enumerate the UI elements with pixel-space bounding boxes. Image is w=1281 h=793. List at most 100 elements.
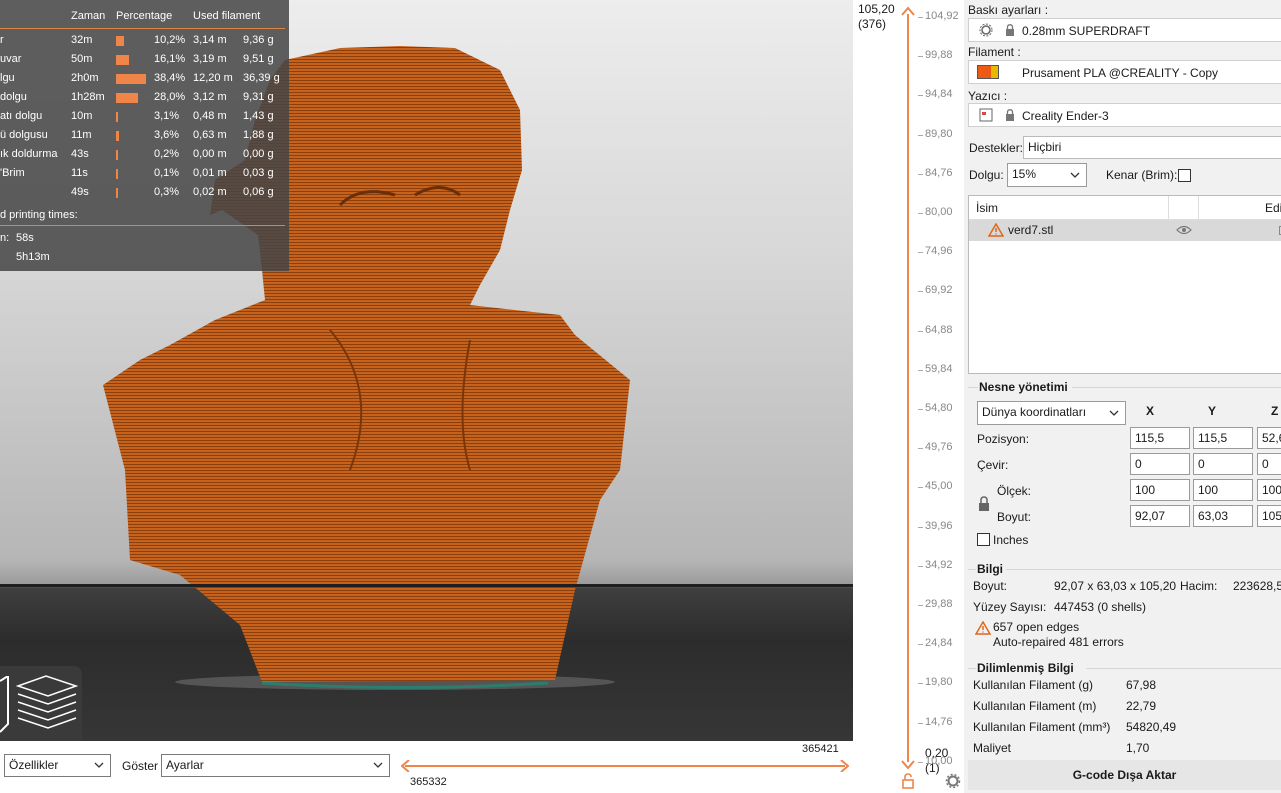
- layer-tick-mark: [918, 761, 923, 763]
- legend-row: 49s 0,3% 0,02 m 0,06 g: [0, 186, 289, 205]
- legend-row: lgu 2h0m 38,4% 12,20 m 36,39 g: [0, 72, 289, 91]
- scale-z-field[interactable]: 100: [1257, 479, 1281, 501]
- layer-top-index: (376): [858, 17, 887, 31]
- filament-color-swatch: [977, 65, 999, 79]
- rotate-label: Çevir:: [977, 458, 1009, 472]
- legend-header-used-filament: Used filament: [193, 10, 261, 22]
- section-line: [968, 387, 978, 388]
- legend-time: 11s: [71, 167, 88, 179]
- horizontal-slider-track[interactable]: [405, 765, 845, 767]
- layer-tick-label: 94,84: [925, 88, 953, 101]
- all-layers-icon[interactable]: [16, 674, 78, 734]
- settings-cog-icon: [979, 23, 993, 37]
- layer-tick-mark: [918, 644, 923, 646]
- layer-tick-label: 39,96: [925, 519, 953, 532]
- legend-header-time: Zaman: [71, 10, 106, 22]
- size-x-field[interactable]: 92,07: [1130, 505, 1190, 527]
- list-header-edit: Edi: [1265, 201, 1281, 215]
- lock-icon: [1006, 109, 1014, 121]
- rotate-x-field[interactable]: 0: [1130, 453, 1190, 475]
- legend-feature-name: r: [0, 34, 4, 46]
- layer-slider-bottom-handle[interactable]: [901, 760, 915, 770]
- unlock-icon[interactable]: [901, 773, 915, 789]
- size-y-field[interactable]: 63,03: [1193, 505, 1253, 527]
- horizontal-slider-right-handle[interactable]: [839, 760, 849, 772]
- layer-tick-mark: [918, 683, 923, 685]
- chevron-down-icon: [373, 762, 383, 768]
- filament-select[interactable]: Prusament PLA @CREALITY - Copy: [968, 60, 1281, 84]
- layer-tick-mark: [918, 605, 923, 606]
- infill-select[interactable]: 15%: [1007, 163, 1087, 187]
- printer-select[interactable]: Creality Ender-3: [968, 103, 1281, 127]
- layer-tick-label: 59,84: [925, 362, 953, 375]
- legend-row: ık doldurma 43s 0,2% 0,00 m 0,00 g: [0, 148, 289, 167]
- brim-checkbox[interactable]: [1178, 169, 1191, 182]
- layer-tick-mark: [918, 17, 923, 18]
- layer-tick-mark: [918, 409, 923, 410]
- legend-time: 49s: [71, 186, 89, 198]
- supports-select[interactable]: Hiçbiri: [1023, 136, 1281, 159]
- gear-icon[interactable]: [945, 773, 961, 789]
- warning-icon: [975, 621, 991, 635]
- layer-slider-top-handle[interactable]: [901, 6, 915, 16]
- sliced-info-value: 67,98: [1126, 678, 1157, 692]
- info-size-label: Boyut:: [973, 579, 1008, 593]
- print-settings-select[interactable]: 0.28mm SUPERDRAFT: [968, 18, 1281, 42]
- rotate-z-field[interactable]: 0: [1257, 453, 1281, 475]
- layer-tick-label: 14,76: [925, 715, 953, 728]
- object-name: verd7.stl: [1008, 223, 1054, 237]
- object-row[interactable]: verd7.stl: [969, 220, 1281, 241]
- chevron-down-icon: [1070, 172, 1080, 178]
- scale-y-field[interactable]: 100: [1193, 479, 1253, 501]
- feature-type-select[interactable]: Özellikler: [4, 754, 111, 777]
- legend-percentage-bar: [116, 131, 119, 141]
- horizontal-slider-low-value: 365332: [410, 776, 447, 788]
- layer-tick-mark: [918, 487, 923, 489]
- position-z-field[interactable]: 52,6: [1257, 427, 1281, 449]
- layer-tick-mark: [918, 526, 923, 528]
- position-y-field[interactable]: 115,5: [1193, 427, 1253, 449]
- legend-feature-name: uvar: [0, 53, 22, 65]
- rotate-y-field[interactable]: 0: [1193, 453, 1253, 475]
- 3d-viewport[interactable]: Zaman Percentage Used filament r 32m 10,2%…: [0, 0, 853, 741]
- printer-value: Creality Ender-3: [1022, 109, 1109, 123]
- warning-icon: [988, 223, 1004, 237]
- layer-tick-mark: [918, 134, 923, 136]
- layer-tick-mark: [918, 565, 923, 567]
- supports-value: Hiçbiri: [1028, 140, 1062, 154]
- section-line: [1072, 387, 1281, 388]
- info-facets-value: 447453 (0 shells): [1054, 600, 1147, 614]
- horizontal-slider-left-handle[interactable]: [401, 760, 411, 772]
- legend-length: 3,19 m: [193, 53, 227, 65]
- legend-weight: 0,03 g: [243, 167, 274, 179]
- sliced-info-title: Dilimlenmiş Bilgi: [977, 661, 1074, 675]
- coordinate-system-select[interactable]: Dünya koordinatları: [977, 401, 1126, 425]
- show-select[interactable]: Ayarlar: [161, 754, 390, 777]
- legend-percentage: 38,4%: [154, 72, 186, 84]
- export-gcode-button[interactable]: G-code Dışa Aktar: [968, 760, 1281, 790]
- legend-percentage-bar: [116, 188, 118, 198]
- inches-checkbox[interactable]: [977, 533, 990, 546]
- legend-percentage-bar: [116, 169, 118, 179]
- layer-tick-mark: [918, 213, 923, 214]
- section-line: [1086, 668, 1281, 669]
- position-x-field[interactable]: 115,5: [1130, 427, 1190, 449]
- scale-x-field[interactable]: 100: [1130, 479, 1190, 501]
- scale-lock-icon[interactable]: [978, 496, 990, 512]
- printer-label: Yazıcı :: [968, 89, 1008, 103]
- legend-weight: 9,31 g: [243, 91, 274, 103]
- layer-tick-label: 69,92: [925, 284, 953, 297]
- layer-tick-label: 74,96: [925, 245, 953, 258]
- axis-z-label: Z: [1271, 404, 1279, 418]
- layer-tick-mark: [918, 369, 923, 371]
- legend-length: 0,02 m: [193, 186, 227, 198]
- size-z-field[interactable]: 105,: [1257, 505, 1281, 527]
- layer-tick-label: 89,80: [925, 127, 953, 140]
- legend-row: dolgu 1h28m 28,0% 3,12 m 9,31 g: [0, 91, 289, 110]
- layer-tick-label: 24,84: [925, 637, 953, 650]
- layer-tick-label: 34,92: [925, 558, 953, 571]
- eye-icon[interactable]: [1176, 225, 1192, 235]
- layer-slider-track[interactable]: [907, 14, 909, 762]
- legend-weight: 0,06 g: [243, 186, 274, 198]
- single-layer-icon[interactable]: [0, 676, 10, 734]
